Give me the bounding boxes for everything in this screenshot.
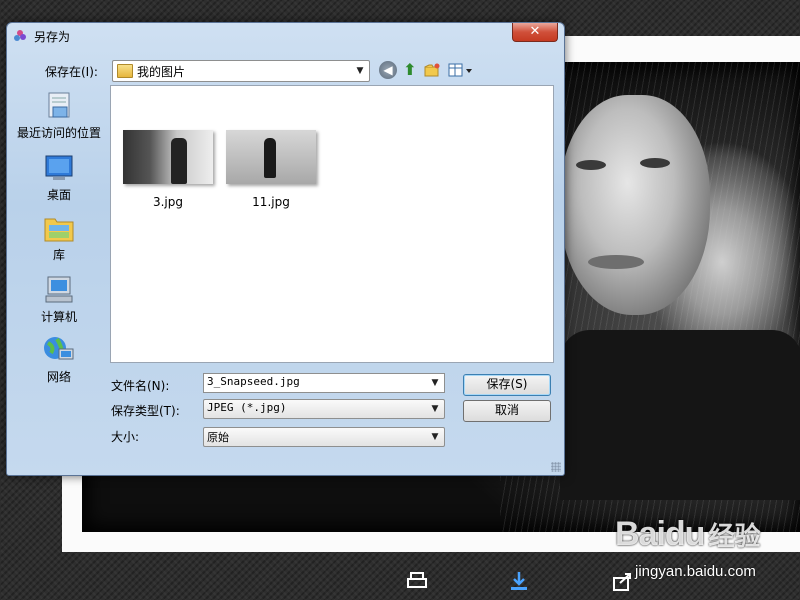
- close-icon: ✕: [529, 24, 541, 39]
- libraries-icon: [44, 218, 74, 242]
- size-label: 大小:: [111, 430, 140, 444]
- thumbnail-figure: [171, 138, 187, 184]
- photo-mouth: [588, 255, 644, 269]
- place-label: 库: [52, 248, 65, 262]
- place-label: 计算机: [40, 310, 77, 324]
- file-thumbnail: [123, 130, 213, 184]
- view-menu-button[interactable]: [447, 61, 475, 79]
- filename-field[interactable]: 3_Snapseed.jpg ▼: [203, 373, 445, 393]
- new-folder-button[interactable]: [423, 61, 441, 79]
- back-button[interactable]: ◀: [379, 61, 397, 79]
- save-in-dropdown[interactable]: 我的图片 ▼: [112, 60, 370, 82]
- dialog-titlebar[interactable]: 另存为 ✕: [7, 23, 564, 47]
- network-icon: [44, 337, 74, 360]
- place-label: 最近访问的位置: [16, 126, 101, 140]
- size-value: 原始: [207, 431, 229, 444]
- watermark-logo-cn: 经验: [708, 521, 761, 551]
- view-grid-icon: [448, 63, 472, 77]
- file-name: 11.jpg: [252, 195, 290, 209]
- file-list-pane[interactable]: 3.jpg 11.jpg: [110, 85, 554, 363]
- save-as-dialog: 另存为 ✕ 保存在(I): 我的图片 ▼ ◀ ⬆ 最近访问的位置 桌面 库 计算…: [6, 22, 565, 476]
- baidu-watermark: Baidu 经验: [615, 515, 760, 554]
- save-in-value: 我的图片: [137, 65, 186, 79]
- places-bar: 最近访问的位置 桌面 库 计算机 网络: [11, 85, 107, 384]
- save-button[interactable]: 保存(S): [463, 374, 551, 396]
- save-in-label: 保存在(I):: [45, 65, 98, 79]
- thumbnail-figure: [264, 138, 276, 178]
- print-icon[interactable]: [406, 570, 428, 592]
- file-name: 3.jpg: [152, 195, 184, 209]
- chevron-down-icon[interactable]: ▼: [428, 374, 442, 392]
- dialog-title: 另存为: [34, 30, 71, 44]
- photo-eye-left: [576, 160, 606, 170]
- share-icon[interactable]: [612, 570, 634, 592]
- photo-face: [560, 95, 710, 315]
- chevron-down-icon: ▼: [356, 66, 364, 76]
- filetype-dropdown[interactable]: JPEG (*.jpg) ▼: [203, 399, 445, 419]
- close-button[interactable]: ✕: [512, 23, 558, 42]
- folder-icon: [117, 64, 133, 78]
- place-recent[interactable]: 最近访问的位置: [11, 91, 107, 141]
- back-arrow-icon: ◀: [383, 63, 393, 77]
- place-desktop[interactable]: 桌面: [11, 153, 107, 203]
- place-label: 网络: [46, 370, 71, 384]
- app-pinwheel-icon: [13, 29, 27, 43]
- filetype-value: JPEG (*.jpg): [207, 401, 287, 414]
- filename-value: 3_Snapseed.jpg: [207, 375, 300, 388]
- download-icon[interactable]: [508, 570, 530, 592]
- chevron-down-icon: ▼: [431, 432, 439, 442]
- filename-label: 文件名(N):: [111, 379, 170, 393]
- photo-shirt: [560, 330, 800, 500]
- up-folder-button[interactable]: ⬆: [401, 61, 419, 79]
- cancel-button[interactable]: 取消: [463, 400, 551, 422]
- chevron-down-icon: ▼: [431, 404, 439, 414]
- place-libraries[interactable]: 库: [11, 213, 107, 263]
- desktop-icon: [45, 155, 73, 180]
- up-arrow-icon: ⬆: [403, 60, 417, 79]
- size-dropdown[interactable]: 原始 ▼: [203, 427, 445, 447]
- computer-icon: [45, 276, 73, 303]
- recent-places-icon: [48, 92, 70, 118]
- place-network[interactable]: 网络: [11, 335, 107, 385]
- new-folder-icon: [424, 63, 440, 77]
- place-computer[interactable]: 计算机: [11, 275, 107, 325]
- place-label: 桌面: [46, 188, 71, 202]
- file-thumbnail: [226, 130, 316, 184]
- watermark-logo: Baidu: [615, 515, 705, 553]
- filetype-label: 保存类型(T):: [111, 404, 180, 418]
- resize-grip[interactable]: [551, 462, 561, 472]
- photo-eye-right: [640, 158, 670, 168]
- bottom-toolbar: [0, 568, 800, 600]
